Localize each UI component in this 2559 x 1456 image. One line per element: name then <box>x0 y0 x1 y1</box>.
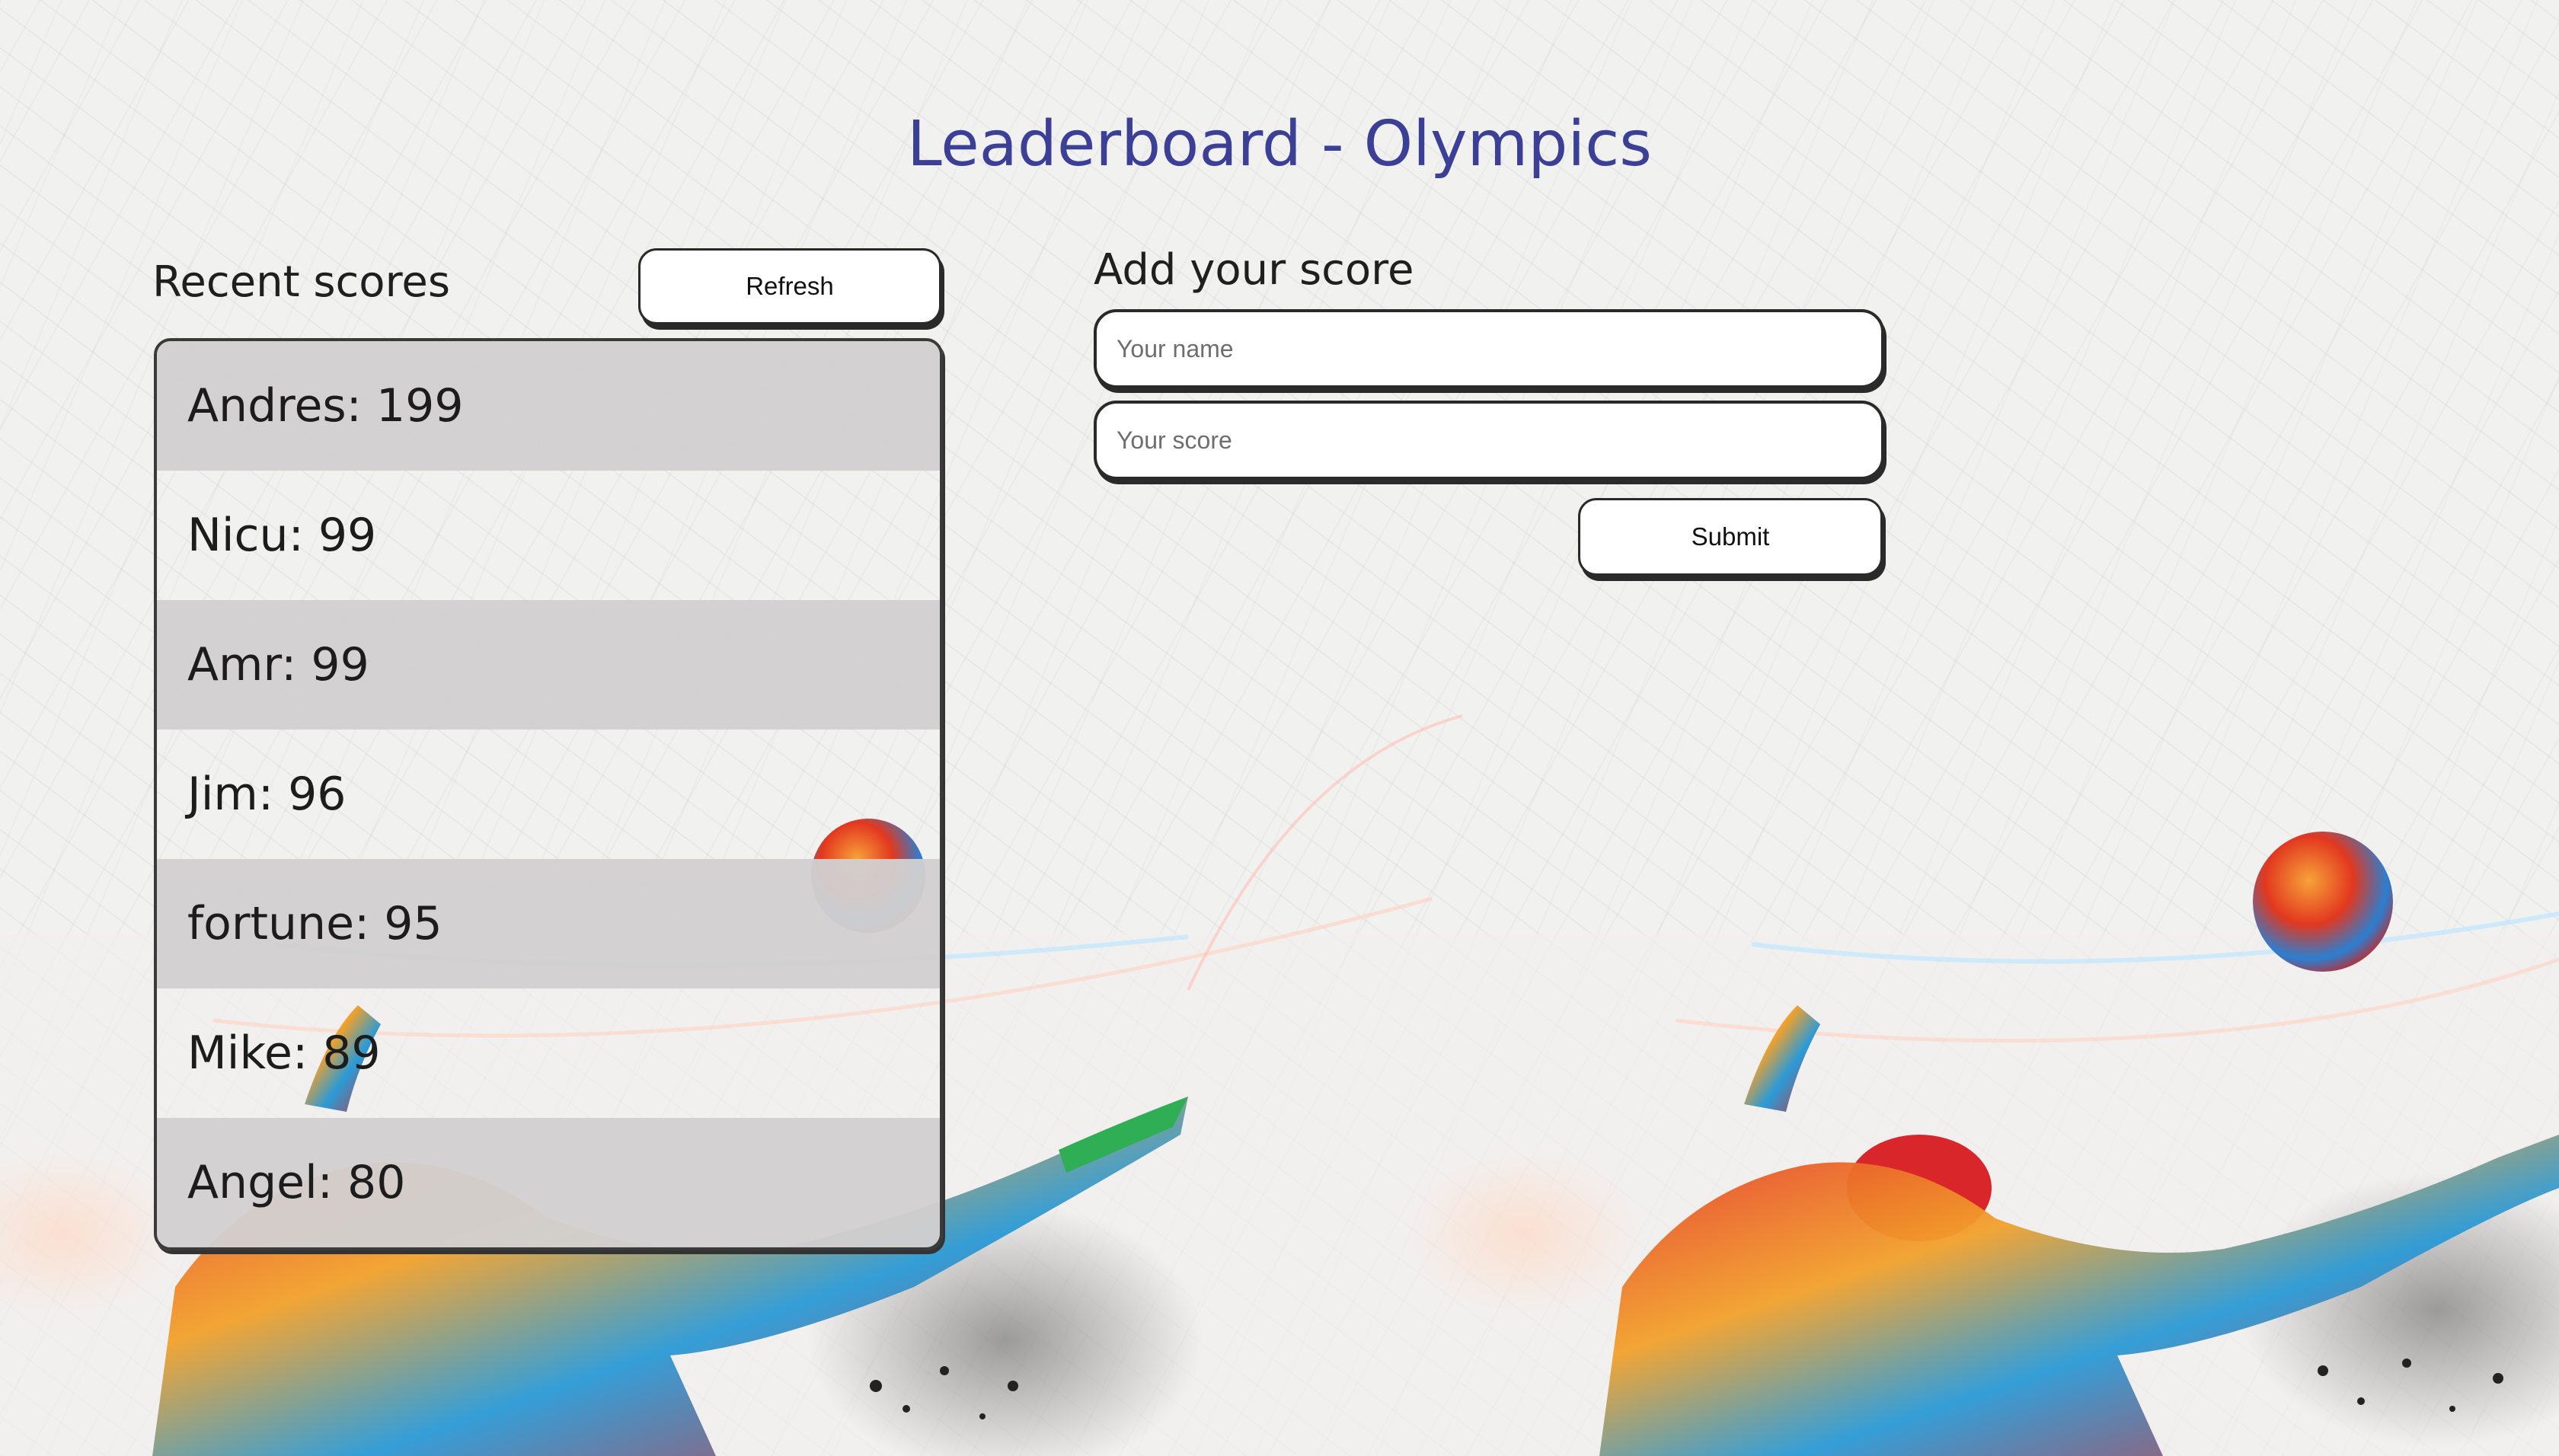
score-list: Andres: 199 Nicu: 99 Amr: 99 Jim: 96 for… <box>154 338 943 1250</box>
score-list-item: Nicu: 99 <box>187 509 377 562</box>
submit-button[interactable]: Submit <box>1578 498 1883 576</box>
score-list-item: Angel: 80 <box>157 1118 940 1247</box>
recent-scores-heading: Recent scores <box>152 257 450 307</box>
refresh-button[interactable]: Refresh <box>638 248 941 324</box>
score-list-item: Andres: 199 <box>157 341 940 471</box>
ball-icon <box>2253 832 2393 972</box>
add-score-heading: Add your score <box>1094 245 1414 295</box>
score-input[interactable] <box>1094 401 1884 480</box>
score-list-item: Jim: 96 <box>187 768 347 821</box>
score-list-item: Amr: 99 <box>157 600 940 730</box>
score-list-item: fortune: 95 <box>157 859 940 988</box>
page-title: Leaderboard - Olympics <box>906 108 1653 180</box>
name-input[interactable] <box>1094 309 1884 388</box>
score-list-item: Mike: 89 <box>187 1027 381 1080</box>
